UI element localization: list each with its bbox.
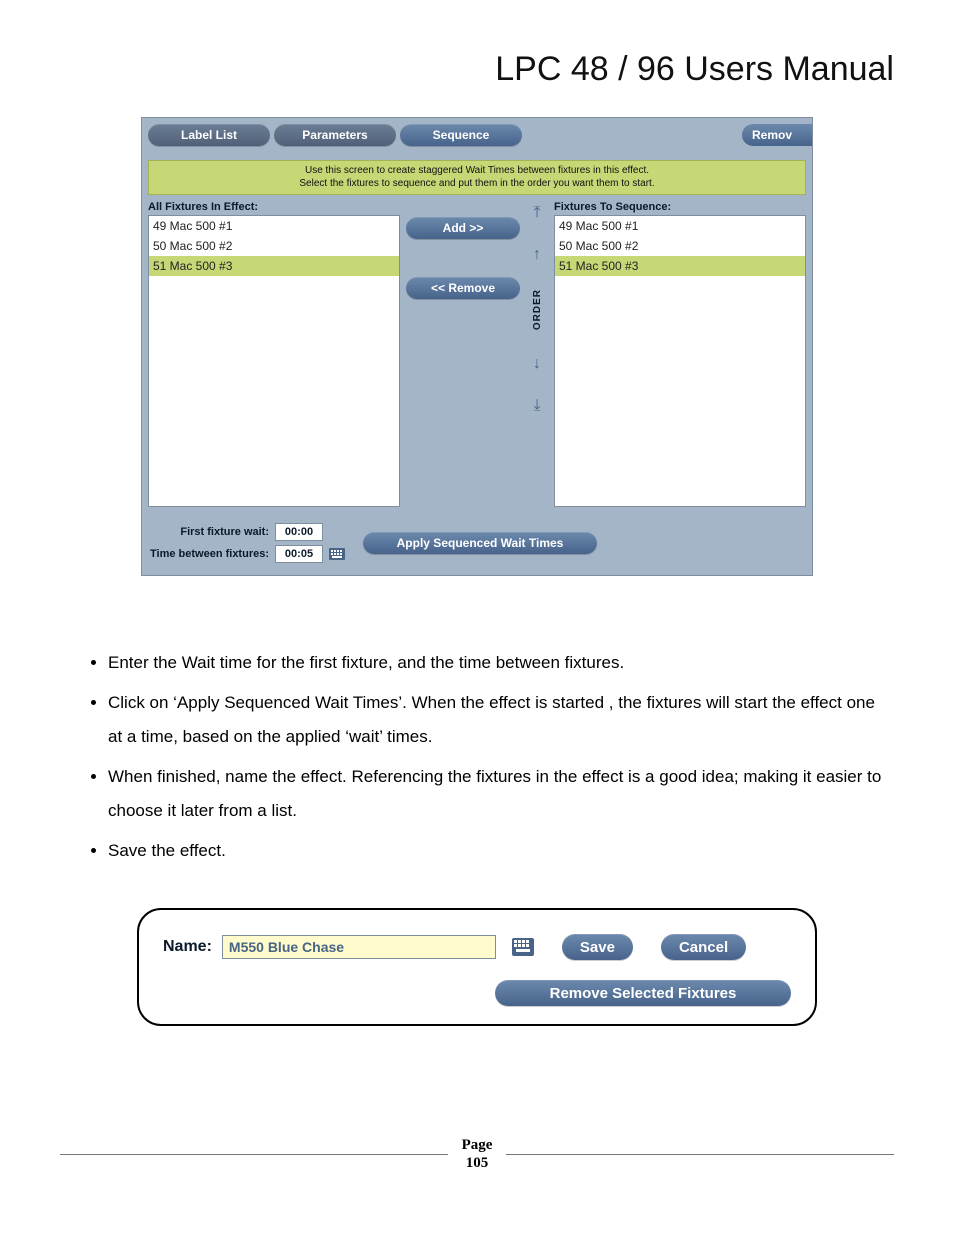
name-input[interactable]: M550 Blue Chase (222, 935, 496, 959)
remove-button[interactable]: << Remove (406, 277, 520, 299)
first-wait-input[interactable]: 00:00 (275, 523, 323, 541)
sequence-panel: Label List Parameters Sequence Remov Use… (141, 117, 813, 576)
instruction-item: Click on ‘Apply Sequenced Wait Times’. W… (108, 686, 884, 754)
all-fixtures-list[interactable]: 49 Mac 500 #150 Mac 500 #251 Mac 500 #3 (148, 215, 400, 507)
list-item[interactable]: 50 Mac 500 #2 (149, 236, 399, 256)
add-button[interactable]: Add >> (406, 217, 520, 239)
page-number: 105 (462, 1154, 493, 1172)
instruction-item: Enter the Wait time for the first fixtur… (108, 646, 884, 680)
list-item[interactable]: 51 Mac 500 #3 (149, 256, 399, 276)
order-controls: ⤒ ↑ ORDER ↓ ⤓ (526, 199, 548, 507)
sequence-fixtures-list[interactable]: 49 Mac 500 #150 Mac 500 #251 Mac 500 #3 (554, 215, 806, 507)
helper-line-2: Select the fixtures to sequence and put … (157, 178, 797, 191)
page-footer: Page 105 (60, 1136, 894, 1172)
sequence-fixtures-header: Fixtures To Sequence: (554, 199, 806, 215)
list-item[interactable]: 49 Mac 500 #1 (555, 216, 805, 236)
remove-button-cut[interactable]: Remov (742, 124, 812, 146)
move-up-icon[interactable]: ↑ (533, 247, 541, 263)
page-word: Page (462, 1136, 493, 1154)
move-bottom-icon[interactable]: ⤓ (533, 398, 540, 414)
document-title: LPC 48 / 96 Users Manual (60, 50, 894, 89)
keyboard-icon[interactable] (329, 548, 345, 560)
helper-text: Use this screen to create staggered Wait… (148, 160, 806, 195)
list-item[interactable]: 51 Mac 500 #3 (555, 256, 805, 276)
tab-bar: Label List Parameters Sequence Remov (142, 118, 812, 156)
list-item[interactable]: 50 Mac 500 #2 (555, 236, 805, 256)
move-top-icon[interactable]: ⤒ (533, 205, 540, 221)
cancel-button[interactable]: Cancel (661, 934, 746, 960)
instruction-item: Save the effect. (108, 834, 884, 868)
remove-selected-fixtures-button[interactable]: Remove Selected Fixtures (495, 980, 791, 1006)
save-button[interactable]: Save (562, 934, 633, 960)
apply-sequenced-button[interactable]: Apply Sequenced Wait Times (363, 532, 597, 554)
instruction-item: When finished, name the effect. Referenc… (108, 760, 884, 828)
move-down-icon[interactable]: ↓ (533, 356, 541, 372)
all-fixtures-header: All Fixtures In Effect: (148, 199, 400, 215)
instruction-list: Enter the Wait time for the first fixtur… (70, 646, 884, 868)
first-wait-label: First fixture wait: (150, 526, 269, 538)
order-label: ORDER (532, 289, 543, 330)
list-item[interactable]: 49 Mac 500 #1 (149, 216, 399, 236)
name-label: Name: (163, 938, 212, 956)
save-panel: Name: M550 Blue Chase Save Cancel Remove… (137, 908, 817, 1026)
tab-parameters[interactable]: Parameters (274, 124, 396, 146)
keyboard-icon[interactable] (512, 938, 534, 956)
tab-label-list[interactable]: Label List (148, 124, 270, 146)
between-input[interactable]: 00:05 (275, 545, 323, 563)
tab-sequence[interactable]: Sequence (400, 124, 522, 146)
between-label: Time between fixtures: (150, 548, 269, 560)
helper-line-1: Use this screen to create staggered Wait… (157, 165, 797, 178)
